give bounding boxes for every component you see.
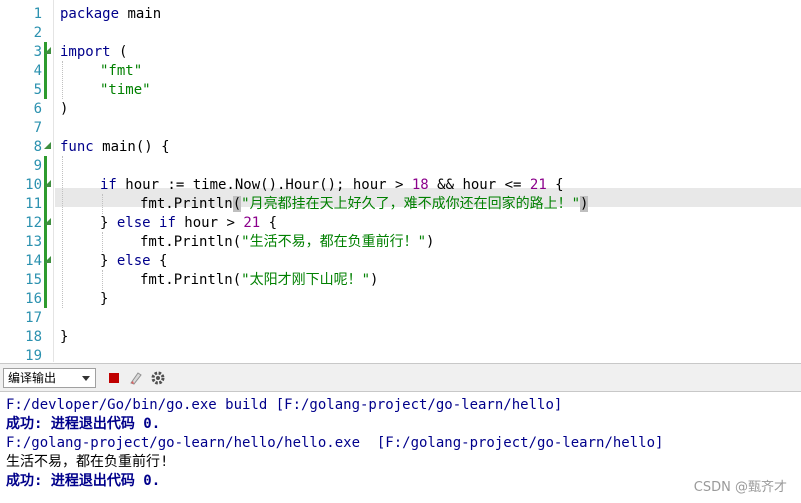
line-number: 16 <box>25 291 42 307</box>
output-line: F:/golang-project/go-learn/hello/hello.e… <box>6 435 664 451</box>
code-line-1: package main <box>60 5 161 24</box>
code-line-15: fmt.Println("太阳才刚下山呢！") <box>140 271 378 290</box>
fold-marker-icon[interactable] <box>44 142 51 149</box>
output-type-label: 编译输出 <box>8 371 57 385</box>
indent-guide <box>102 194 103 214</box>
keyword: else <box>116 215 151 231</box>
code-text: { <box>150 253 168 269</box>
code-line-5: "time" <box>100 81 151 100</box>
code-line-10: if hour := time.Now().Hour(); hour > 18 … <box>100 176 564 195</box>
code-text: { <box>546 177 564 193</box>
code-text: hour > <box>175 215 244 231</box>
line-number: 6 <box>33 101 42 117</box>
fold-marker-icon[interactable] <box>44 47 51 54</box>
change-marker <box>44 156 47 270</box>
code-line-18: } <box>60 329 69 345</box>
bracket-match: ) <box>580 196 589 212</box>
line-number: 17 <box>25 310 42 326</box>
indent-guide <box>102 232 103 252</box>
change-marker <box>44 80 47 99</box>
number-literal: 21 <box>529 177 547 193</box>
output-line: F:/devloper/Go/bin/go.exe build [F:/gola… <box>6 397 563 413</box>
string-literal: "太阳才刚下山呢！" <box>241 272 371 288</box>
code-line-14: } else { <box>100 252 167 271</box>
line-number: 1 <box>33 6 42 22</box>
output-toolbar: 编译输出 <box>0 363 801 392</box>
line-number: 12 <box>25 215 42 231</box>
indent-guide <box>102 270 103 290</box>
line-number: 10 <box>25 177 42 193</box>
fold-marker-icon[interactable] <box>44 256 51 263</box>
output-line: 生活不易，都在负重前行! <box>6 454 169 470</box>
string-literal: "月亮都挂在天上好久了，难不成你还在回家的路上！" <box>241 196 581 212</box>
code-text: } <box>100 253 117 269</box>
clear-icon[interactable] <box>128 370 144 386</box>
indent-guide <box>62 156 63 308</box>
code-editor[interactable]: 1 2 3 4 5 6 7 8 9 10 11 12 13 14 15 16 1… <box>0 0 801 364</box>
keyword: import <box>60 44 111 60</box>
code-text: && hour <= <box>428 177 530 193</box>
code-line-8: func main() { <box>60 138 170 157</box>
code-text: hour := time.Now().Hour(); hour > <box>116 177 412 193</box>
chevron-down-icon <box>82 376 90 381</box>
output-type-select[interactable]: 编译输出 <box>3 368 96 388</box>
code-text: ) <box>426 234 435 250</box>
code-text: main() { <box>93 139 170 155</box>
line-number: 14 <box>25 253 42 269</box>
line-number: 3 <box>33 44 42 60</box>
settings-icon[interactable] <box>150 370 166 386</box>
fold-marker-icon[interactable] <box>44 180 51 187</box>
code-text: fmt.Println( <box>140 272 242 288</box>
stop-icon[interactable] <box>106 370 122 386</box>
code-line-12: } else if hour > 21 { <box>100 214 277 233</box>
bracket-match: ( <box>232 196 242 212</box>
string-literal: "time" <box>100 82 151 98</box>
string-literal: "生活不易，都在负重前行！" <box>241 234 427 250</box>
code-text: { <box>260 215 278 231</box>
line-number: 5 <box>33 82 42 98</box>
change-marker <box>44 270 47 308</box>
code-text: } <box>100 215 117 231</box>
line-number: 11 <box>25 196 42 212</box>
keyword: package <box>60 6 120 22</box>
code-line-6: ) <box>60 101 69 117</box>
output-line: 成功: 进程退出代码 0. <box>6 473 161 489</box>
code-text: ( <box>110 44 128 60</box>
code-text: fmt.Println( <box>140 234 242 250</box>
indent-guide <box>62 61 63 99</box>
line-number: 7 <box>33 120 42 136</box>
code-line-4: "fmt" <box>100 62 142 81</box>
code-text: ) <box>370 272 379 288</box>
string-literal: "fmt" <box>100 63 143 79</box>
number-literal: 18 <box>411 177 429 193</box>
keyword: if <box>159 215 176 231</box>
line-number: 2 <box>33 25 42 41</box>
line-number: 15 <box>25 272 42 288</box>
code-text: fmt.Println <box>140 196 233 212</box>
line-number: 8 <box>33 139 42 155</box>
change-marker <box>44 61 47 80</box>
code-text: main <box>119 6 162 22</box>
code-line-3: import ( <box>60 43 127 62</box>
code-line-11: fmt.Println("月亮都挂在天上好久了，难不成你还在回家的路上！") <box>140 195 589 214</box>
line-number: 13 <box>25 234 42 250</box>
line-number: 4 <box>33 63 42 79</box>
number-literal: 21 <box>243 215 261 231</box>
keyword: func <box>60 139 94 155</box>
build-output-panel[interactable]: F:/devloper/Go/bin/go.exe build [F:/gola… <box>0 392 801 503</box>
code-line-13: fmt.Println("生活不易，都在负重前行！") <box>140 233 434 252</box>
output-line: 成功: 进程退出代码 0. <box>6 416 161 432</box>
keyword: else <box>116 253 151 269</box>
code-line-16: } <box>100 291 109 307</box>
line-number: 9 <box>33 158 42 174</box>
line-number: 18 <box>25 329 42 345</box>
watermark: CSDN @甄齐才 <box>693 480 787 495</box>
keyword: if <box>100 177 117 193</box>
fold-marker-icon[interactable] <box>44 218 51 225</box>
